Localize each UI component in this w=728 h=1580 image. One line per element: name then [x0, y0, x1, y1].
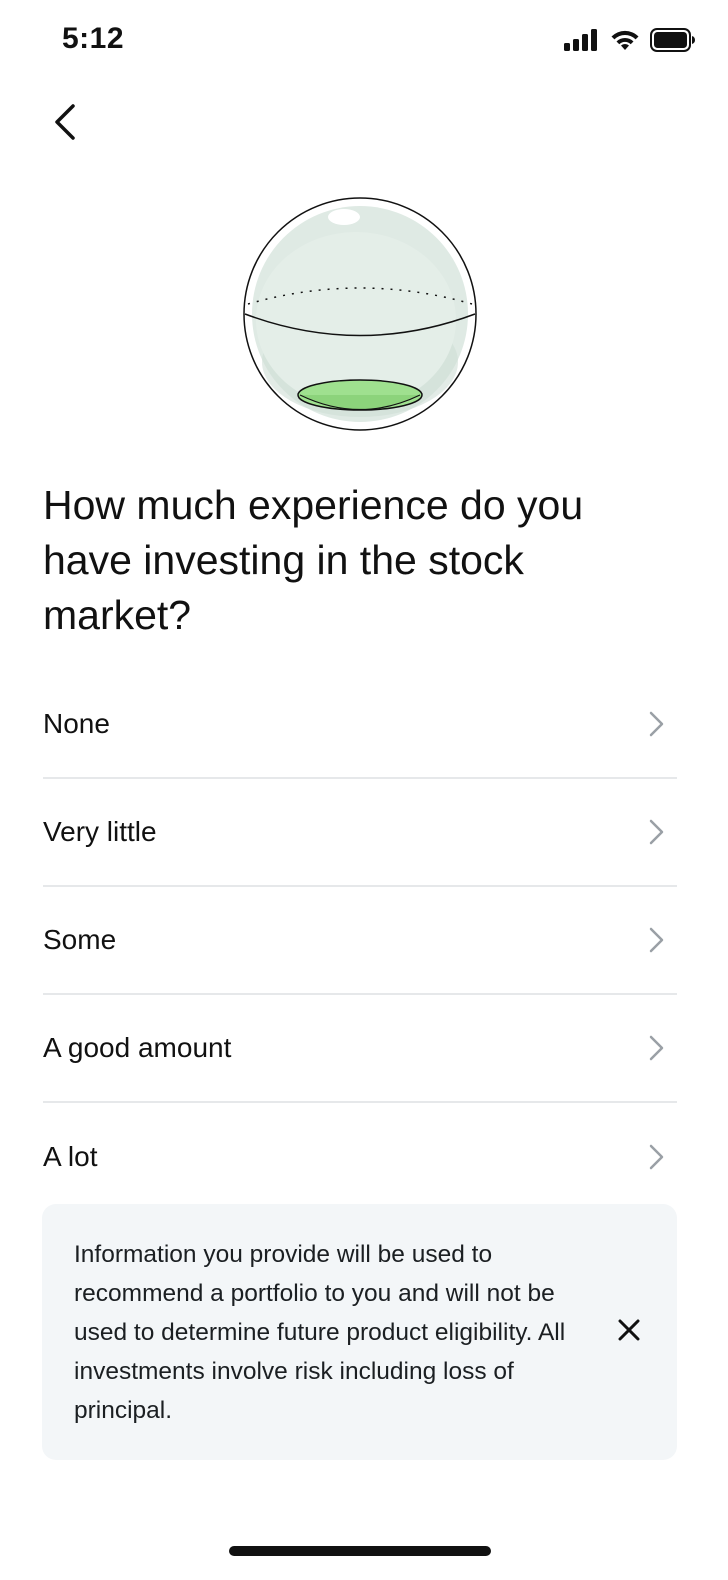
option-some[interactable]: Some	[43, 887, 677, 995]
disclaimer-card: Information you provide will be used to …	[42, 1204, 677, 1460]
option-very-little[interactable]: Very little	[43, 779, 677, 887]
option-label: A good amount	[43, 1032, 232, 1063]
glass-sphere-illustration	[238, 192, 482, 436]
cellular-signal-icon	[564, 29, 600, 56]
option-a-good-amount[interactable]: A good amount	[43, 995, 677, 1103]
option-a-lot[interactable]: A lot	[43, 1103, 677, 1211]
wifi-icon	[610, 29, 640, 56]
option-label: Very little	[43, 816, 157, 847]
experience-options: None Very little Some A good amount A lo…	[43, 671, 677, 1211]
chevron-right-icon	[643, 1034, 671, 1062]
status-bar: 5:12	[0, 0, 728, 80]
option-none[interactable]: None	[43, 671, 677, 779]
battery-icon	[650, 28, 696, 57]
status-icons	[564, 28, 696, 57]
question-title: How much experience do you have investin…	[43, 482, 584, 638]
chevron-right-icon	[643, 818, 671, 846]
disclaimer-text: Information you provide will be used to …	[74, 1241, 566, 1424]
option-label: Some	[43, 924, 117, 955]
chevron-left-icon	[51, 102, 81, 147]
back-button[interactable]	[40, 98, 92, 150]
chevron-right-icon	[643, 710, 671, 738]
status-time: 5:12	[62, 22, 125, 55]
option-label: A lot	[43, 1141, 98, 1172]
chevron-right-icon	[643, 1143, 671, 1171]
option-label: None	[43, 708, 110, 739]
chevron-right-icon	[643, 926, 671, 954]
close-icon	[617, 1318, 641, 1347]
home-indicator[interactable]	[229, 1546, 491, 1556]
close-disclaimer-button[interactable]	[611, 1314, 647, 1350]
